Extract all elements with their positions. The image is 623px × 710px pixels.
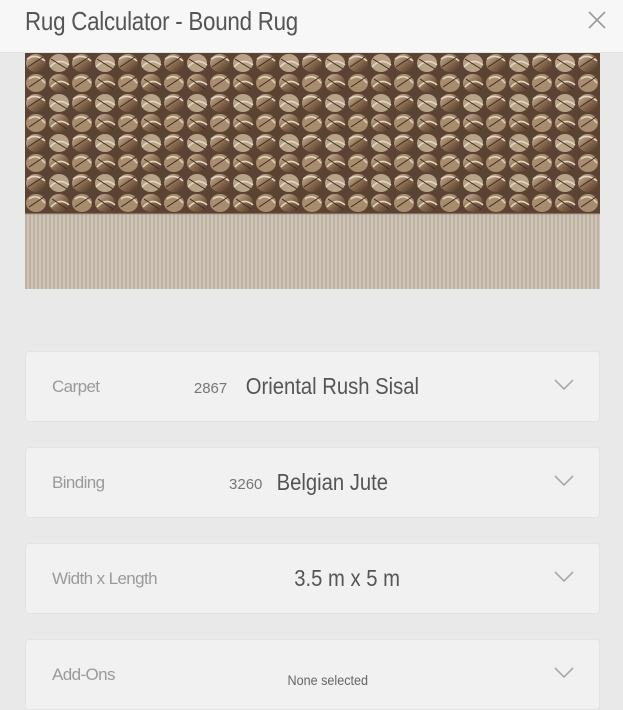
modal-header: Rug Calculator - Bound Rug	[0, 0, 623, 53]
chevron-down-icon	[554, 475, 574, 487]
close-icon[interactable]	[586, 9, 608, 31]
carpet-select[interactable]: Carpet 2867 Oriental Rush Sisal	[25, 351, 600, 422]
addons-select[interactable]: Add-Ons None selected	[25, 639, 600, 710]
size-select[interactable]: Width x Length 3.5 m x 5 m	[25, 543, 600, 614]
modal-title: Rug Calculator - Bound Rug	[25, 6, 298, 36]
rug-sample-image	[25, 53, 600, 289]
chevron-down-icon	[554, 667, 574, 679]
carpet-code: 2867	[193, 380, 228, 397]
size-value: 3.5 m x 5 m	[294, 565, 401, 591]
binding-select[interactable]: Binding 3260 Belgian Jute	[25, 447, 600, 518]
chevron-down-icon	[554, 379, 574, 391]
addons-value: None selected	[287, 671, 368, 688]
chevron-down-icon	[554, 571, 574, 583]
binding-value: Belgian Jute	[276, 469, 389, 495]
binding-code: 3260	[229, 476, 263, 493]
carpet-value: Oriental Rush Sisal	[246, 373, 420, 399]
